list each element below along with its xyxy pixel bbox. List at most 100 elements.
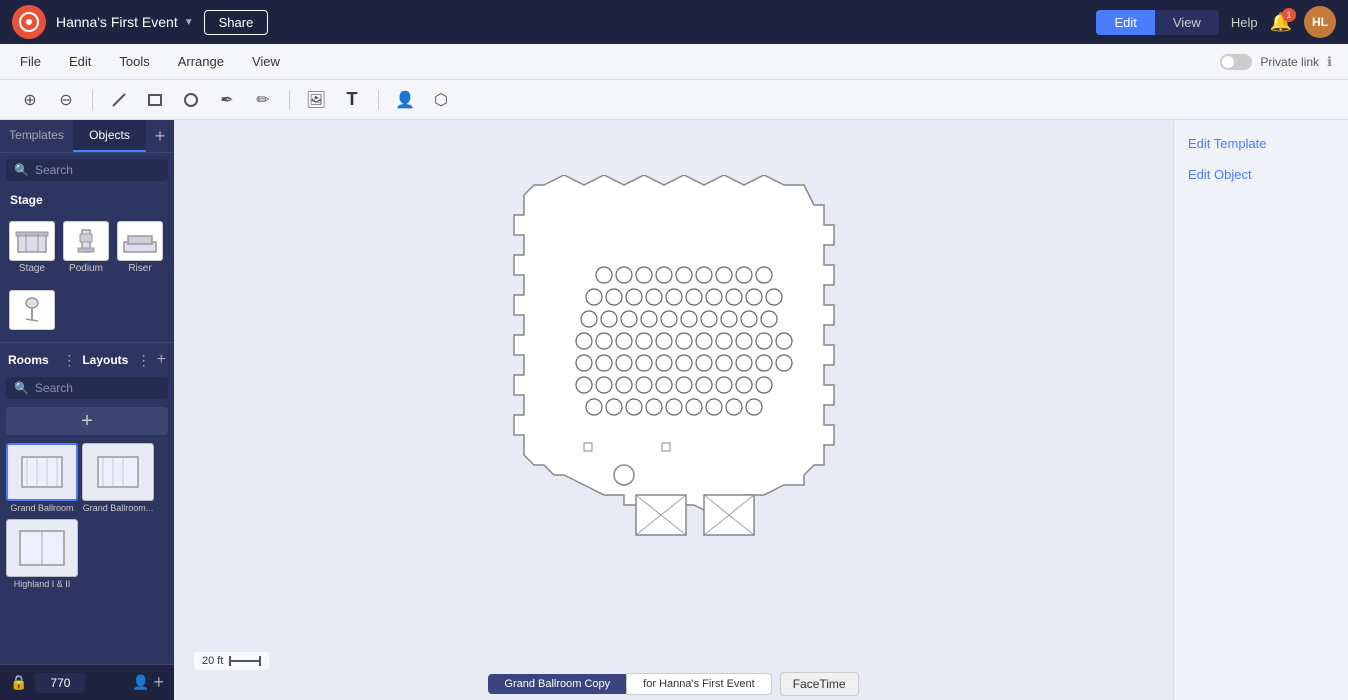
left-panel: Templates Objects + 🔍 Stage <box>0 120 174 700</box>
people-tool-icon[interactable]: 👤 <box>391 86 419 114</box>
layouts-menu-icon[interactable]: ⋮ <box>137 352 151 369</box>
menu-file[interactable]: File <box>16 54 45 69</box>
notifications-button[interactable]: 🔔 1 <box>1270 12 1292 33</box>
mic-stand-icon <box>9 290 55 330</box>
lock-icon: 🔒 <box>10 674 27 691</box>
objects-grid: Stage Podium <box>0 213 174 282</box>
objects-search-container: 🔍 <box>6 159 168 181</box>
room-people-info: 👤 + <box>132 672 164 693</box>
room-thumbnails: Grand Ballroom Grand Ballroom... <box>0 439 174 595</box>
help-button[interactable]: Help <box>1231 15 1258 30</box>
room-thumb-grand-ballroom[interactable]: Grand Ballroom <box>6 443 78 515</box>
rooms-layouts-header: Rooms ⋮ Layouts ⋮ + <box>0 347 174 373</box>
object-mic-stand[interactable] <box>6 286 58 334</box>
toolbar-divider-1 <box>92 90 93 110</box>
menu-bar-right: Private link ℹ <box>1220 54 1332 70</box>
room-capacity-input[interactable] <box>35 673 85 693</box>
object-podium[interactable]: Podium <box>60 217 112 278</box>
rooms-search-container: 🔍 <box>6 377 168 399</box>
object-stage[interactable]: Stage <box>6 217 58 278</box>
pencil-tool-icon[interactable]: ✏ <box>249 86 277 114</box>
event-name[interactable]: Hanna's First Event ▼ <box>56 14 194 30</box>
mic-grid <box>0 282 174 338</box>
chevron-down-icon: ▼ <box>184 17 194 28</box>
info-icon: ℹ <box>1327 54 1332 70</box>
event-name-text: Hanna's First Event <box>56 14 178 30</box>
image-tool-icon[interactable]: 🖼 <box>302 86 330 114</box>
edit-template-button[interactable]: Edit Template <box>1174 128 1348 159</box>
rectangle-tool-icon[interactable] <box>141 86 169 114</box>
tab-templates[interactable]: Templates <box>0 120 73 152</box>
menu-bar-left: File Edit Tools Arrange View <box>16 54 284 69</box>
menu-arrange[interactable]: Arrange <box>174 54 228 69</box>
panel-tabs: Templates Objects + <box>0 120 174 153</box>
share-button[interactable]: Share <box>204 10 269 35</box>
layouts-label: Layouts <box>82 353 134 367</box>
panel-add-button[interactable]: + <box>146 122 174 150</box>
room-thumb-label-2: Highland I & II <box>6 577 78 591</box>
line-tool-icon[interactable] <box>105 86 133 114</box>
toolbar-divider-3 <box>378 90 379 110</box>
notification-badge: 1 <box>1282 8 1296 22</box>
rooms-search-input[interactable] <box>35 381 160 395</box>
tab-objects[interactable]: Objects <box>73 120 146 152</box>
toolbar-divider-2 <box>289 90 290 110</box>
floor-plan-svg <box>444 175 904 645</box>
rooms-search-icon: 🔍 <box>14 381 29 395</box>
room-thumb-label-1: Grand Ballroom... <box>82 501 154 515</box>
menu-edit[interactable]: Edit <box>65 54 95 69</box>
search-icon: 🔍 <box>14 163 29 177</box>
room-thumb-img-1 <box>82 443 154 501</box>
text-tool-icon[interactable]: T <box>338 86 366 114</box>
main-layout: Templates Objects + 🔍 Stage <box>0 120 1348 700</box>
stage-section-title: Stage <box>0 187 174 213</box>
canvas-area[interactable]: 20 ft Grand Ballroom Copy for Hanna's Fi… <box>174 120 1173 700</box>
facetime-tooltip: FaceTime <box>780 672 859 696</box>
top-navbar: Hanna's First Event ▼ Share Edit View He… <box>0 0 1348 44</box>
room-thumb-label-0: Grand Ballroom <box>6 501 78 515</box>
panel-divider <box>0 342 174 343</box>
rooms-menu-icon[interactable]: ⋮ <box>62 352 76 369</box>
riser-label: Riser <box>128 263 151 274</box>
right-panel: Edit Template Edit Object <box>1173 120 1348 700</box>
podium-label: Podium <box>69 263 103 274</box>
circle-tool-icon[interactable] <box>177 86 205 114</box>
status-chip-1: Grand Ballroom Copy <box>488 674 626 694</box>
avatar[interactable]: HL <box>1304 6 1336 38</box>
private-link-label: Private link <box>1260 55 1319 69</box>
podium-icon <box>63 221 109 261</box>
room-thumb-img-0 <box>6 443 78 501</box>
bottom-room-info: 🔒 👤 + <box>0 664 174 700</box>
app-logo[interactable] <box>12 5 46 39</box>
status-bar: Grand Ballroom Copy for Hanna's First Ev… <box>174 668 1173 700</box>
status-chip-2: for Hanna's First Event <box>626 673 772 695</box>
stage-label: Stage <box>19 263 45 274</box>
scale-label: 20 ft <box>202 655 223 667</box>
add-room-button[interactable]: + <box>6 407 168 435</box>
edit-mode-button[interactable]: Edit <box>1096 10 1154 35</box>
edit-object-button[interactable]: Edit Object <box>1174 159 1348 190</box>
add-layout-button[interactable]: + <box>157 351 166 369</box>
navbar-left: Hanna's First Event ▼ Share <box>12 5 268 39</box>
rooms-label: Rooms <box>8 353 60 367</box>
toolbar: ⊕ ⊖ ✒ ✏ 🖼 T 👤 ⬡ <box>0 80 1348 120</box>
objects-search-input[interactable] <box>35 163 160 177</box>
pen-tool-icon[interactable]: ✒ <box>213 86 241 114</box>
menu-tools[interactable]: Tools <box>115 54 153 69</box>
riser-icon <box>117 221 163 261</box>
room-thumb-highland[interactable]: Highland I & II <box>6 519 78 591</box>
navbar-right: Edit View Help 🔔 1 HL <box>1096 6 1336 38</box>
add-people-button[interactable]: + <box>153 672 164 693</box>
private-link-toggle[interactable] <box>1220 54 1252 70</box>
menu-view[interactable]: View <box>248 54 284 69</box>
people-icon: 👤 <box>132 674 149 691</box>
room-thumb-grand-ballroom-copy[interactable]: Grand Ballroom... <box>82 443 154 515</box>
zoom-in-icon[interactable]: ⊕ <box>16 86 44 114</box>
object-riser[interactable]: Riser <box>114 217 166 278</box>
view-mode-button[interactable]: View <box>1155 10 1219 35</box>
stage-icon <box>9 221 55 261</box>
zoom-out-icon[interactable]: ⊖ <box>52 86 80 114</box>
shapes-tool-icon[interactable]: ⬡ <box>427 86 455 114</box>
menu-bar: File Edit Tools Arrange View Private lin… <box>0 44 1348 80</box>
edit-view-toggle: Edit View <box>1096 10 1218 35</box>
